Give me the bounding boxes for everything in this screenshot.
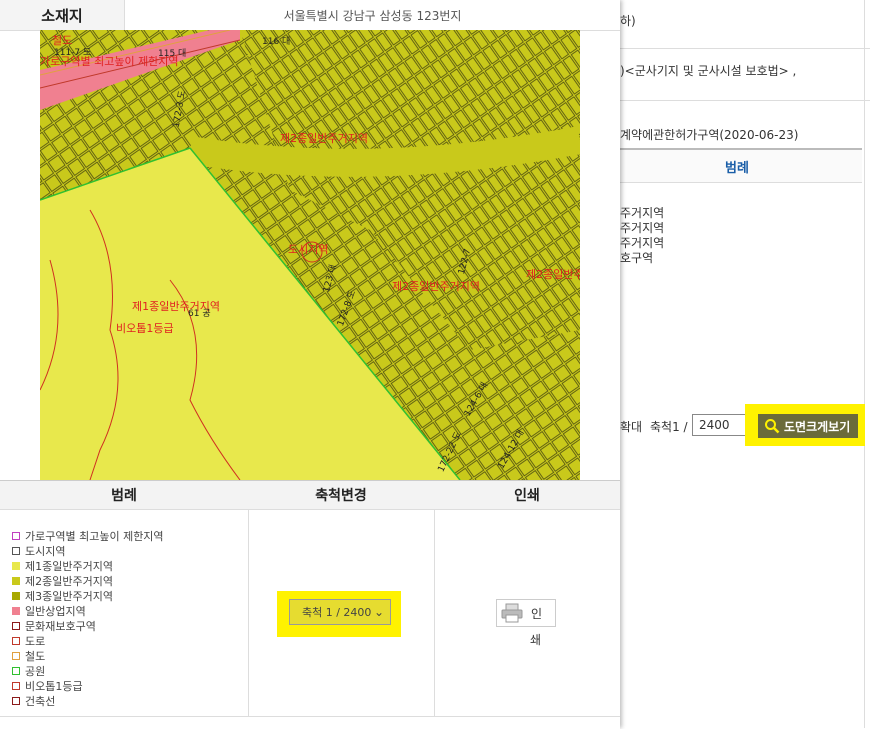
scale-title: 축척변경 (248, 481, 434, 510)
map-label-biotope: 비오톱1등급 (116, 322, 174, 335)
legend-item: 제3종일반주거지역 (12, 588, 248, 603)
printer-icon (501, 603, 523, 623)
bg-text-fragment: 하) (620, 14, 636, 28)
scale-select[interactable]: 축척 1 / 2400 ⌄ (289, 599, 391, 625)
chevron-down-icon: ⌄ (373, 605, 384, 619)
legend-label: 일반상업지역 (25, 604, 86, 618)
legend-label: 도로 (25, 634, 46, 648)
legend-swatch-icon (12, 651, 20, 660)
legend-label: 비오톱1등급 (25, 679, 83, 693)
legend-item: 일반상업지역 (12, 603, 248, 618)
legend-label: 제1종일반주거지역 (25, 559, 113, 573)
view-large-map-label: 도면크게보기 (784, 419, 851, 434)
divider (612, 100, 870, 101)
legend-swatch-icon (12, 591, 20, 600)
legend-swatch-icon (12, 666, 20, 675)
zoning-map[interactable]: 철도 가로구역별 최고높이 제한지역 제2종일반주거지역 도시지역 제2종일반주… (40, 30, 580, 480)
legend-label: 도시지역 (25, 544, 66, 558)
page-border (864, 0, 865, 728)
lot-number: 61 공 (188, 308, 211, 319)
legend-item: 제1종일반주거지역 (12, 558, 248, 573)
bg-text-fragment: 계약에관한허가구역(2020-06-23) (620, 128, 799, 142)
scale-select-value: 축척 1 / 2400 (302, 606, 372, 619)
legend-panel: 범례 가로구역별 최고높이 제한지역 도시지역 제1종일반주거지역 제2종일반주거지역… (0, 481, 249, 717)
legend-swatch-icon (12, 531, 20, 540)
legend-swatch-icon (12, 621, 20, 630)
legend-label: 가로구역별 최고높이 제한지역 (25, 529, 164, 543)
map-label-rail: 철도 (52, 34, 72, 47)
zoom-label: 확대 (620, 420, 643, 434)
location-row: 소재지 서울특별시 강남구 삼성동 123번지 (0, 0, 620, 31)
print-label: 인 (531, 606, 543, 621)
legend-swatch-icon (12, 681, 20, 690)
scale-panel: 축척변경 축척 1 / 2400 ⌄ (248, 481, 435, 717)
bg-scale-value: 2400 (699, 418, 730, 432)
location-label: 소재지 (0, 0, 125, 30)
print-button[interactable]: 인 (496, 599, 556, 627)
map-label-zone2: 제2종일반주거지역 (392, 279, 480, 293)
popup-footer (0, 716, 620, 729)
magnifier-icon (765, 419, 780, 434)
map-label-urban: 도시지역 (288, 243, 328, 256)
legend-label: 공원 (25, 664, 46, 678)
legend-item: 공원 (12, 663, 248, 678)
legend-swatch-icon (12, 561, 20, 570)
legend-item: 문화재보호구역 (12, 618, 248, 633)
legend-swatch-icon (12, 546, 20, 555)
legend-title: 범례 (0, 481, 248, 510)
legend-swatch-icon (12, 576, 20, 585)
legend-item: 도시지역 (12, 543, 248, 558)
lot-number: 111-7 도 (54, 48, 91, 58)
legend-label: 건축선 (25, 694, 56, 708)
legend-swatch-icon (12, 606, 20, 615)
map-popup: 소재지 서울특별시 강남구 삼성동 123번지 철도 가로구역별 최고높이 제한… (0, 0, 620, 729)
bg-text-fragment: )<군사기지 및 군사시설 보호법> , (620, 64, 797, 78)
location-address: 서울특별시 강남구 삼성동 123번지 (283, 8, 462, 23)
print-label: 쇄 (530, 633, 542, 647)
lot-number: 115 대 (158, 48, 186, 59)
map-canvas: 철도 가로구역별 최고높이 제한지역 제2종일반주거지역 도시지역 제2종일반주… (40, 30, 580, 480)
lot-number: 116 대 (262, 36, 290, 47)
legend-swatch-icon (12, 636, 20, 645)
view-large-map-button[interactable]: 도면크게보기 (758, 414, 858, 438)
scale-label: 축척1 / (650, 420, 688, 434)
legend-item: 철도 (12, 648, 248, 663)
legend-label: 문화재보호구역 (25, 619, 96, 633)
legend-item: 제2종일반주거지역 (12, 573, 248, 588)
legend-item: 비오톱1등급 (12, 678, 248, 693)
legend-label: 제2종일반주거지역 (25, 574, 113, 588)
bg-legend-header: 범례 (612, 148, 862, 183)
legend-item: 도로 (12, 633, 248, 648)
legend-swatch-icon (12, 696, 20, 705)
bg-legend-item: 호구역 (620, 251, 654, 265)
legend-item: 가로구역별 최고높이 제한지역 (12, 528, 248, 543)
map-label-zone2: 제2종일반주 (526, 267, 580, 281)
legend-list: 가로구역별 최고높이 제한지역 도시지역 제1종일반주거지역 제2종일반주거지역 제3종… (12, 528, 248, 708)
legend-label: 철도 (25, 649, 46, 663)
print-panel: 인쇄 인 쇄 (434, 481, 620, 717)
legend-item: 건축선 (12, 693, 248, 708)
print-title: 인쇄 (434, 481, 620, 510)
map-label-zone2: 제2종일반주거지역 (280, 131, 368, 145)
bottom-panel: 범례 가로구역별 최고높이 제한지역 도시지역 제1종일반주거지역 제2종일반주거지역… (0, 480, 620, 717)
divider (612, 48, 870, 49)
legend-label: 제3종일반주거지역 (25, 589, 113, 603)
